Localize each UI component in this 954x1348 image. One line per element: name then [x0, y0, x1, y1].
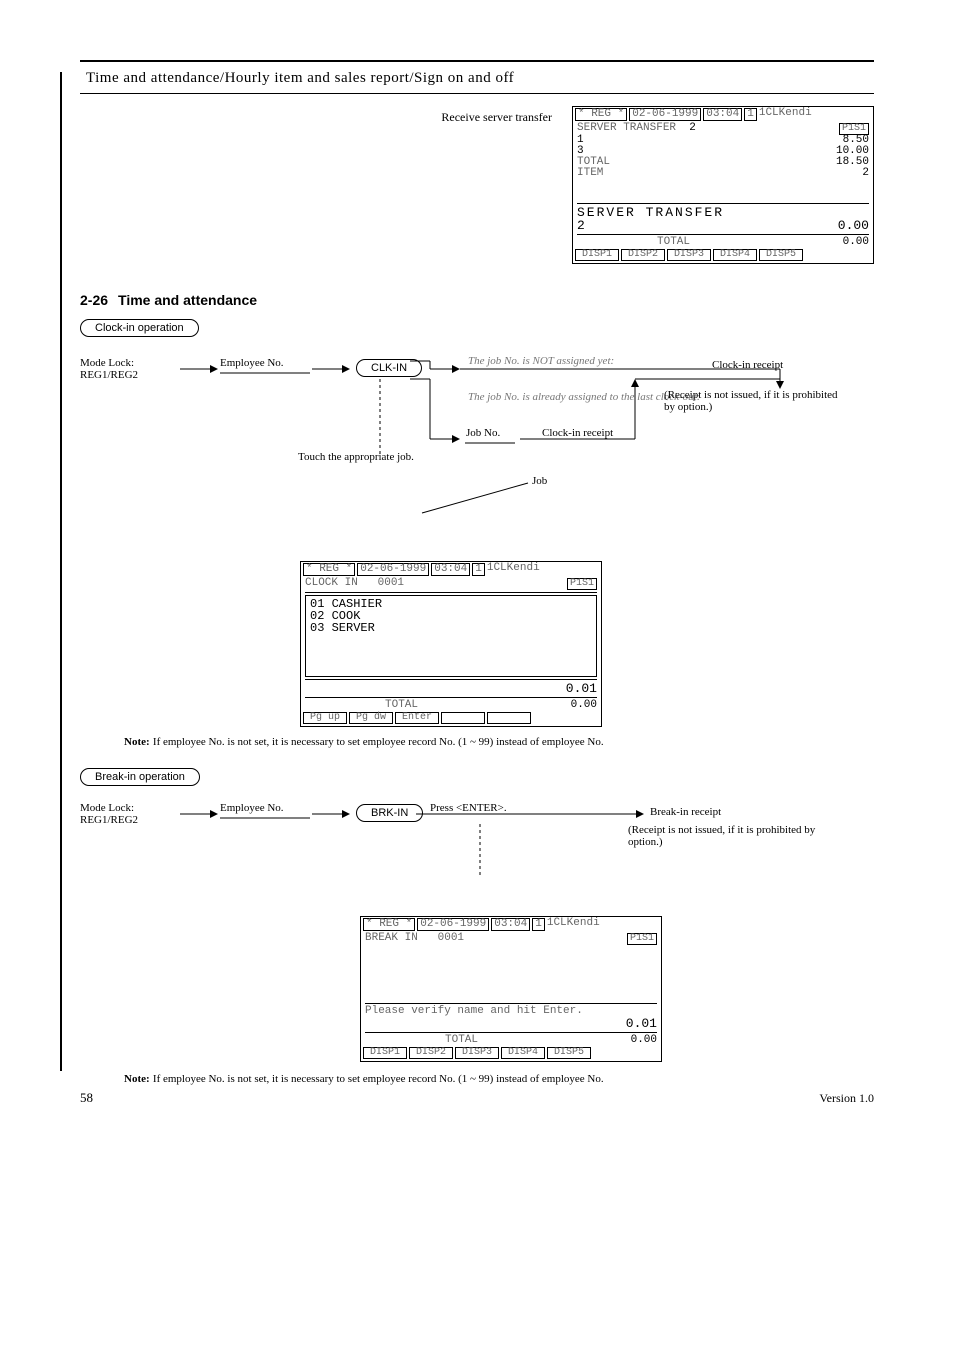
note-heading-2: Note:: [124, 1073, 150, 1085]
receipt1: Clock-in receipt: [712, 359, 783, 371]
pos2-date: 02-06-1999: [357, 563, 429, 576]
pos1-btn1[interactable]: DISP1: [575, 249, 619, 261]
pos3-badge: P1S1: [627, 933, 657, 945]
pos3-title-r: 0001: [438, 932, 464, 944]
brk-in-key: BRK-IN: [356, 804, 423, 822]
pos-display-clockin: * REG * 02-06-1999 03:04 1 1CLKendi CLOC…: [300, 561, 602, 727]
pos-mid-title: SERVER TRANSFER: [577, 206, 869, 219]
pos3-btn3[interactable]: DISP3: [455, 1047, 499, 1059]
flow1-svg: [80, 351, 840, 561]
receipt2: Clock-in receipt: [542, 427, 613, 439]
section-title: Time and attendance: [118, 292, 257, 308]
flow2-svg: [80, 796, 840, 916]
footer-version: Version 1.0: [819, 1091, 874, 1106]
header-rule-thick: [80, 60, 874, 62]
touch-job-note: Touch the appropriate job.: [298, 451, 414, 463]
pos1-btn3[interactable]: DISP3: [667, 249, 711, 261]
receive-transfer-label: Receive server transfer: [441, 110, 552, 264]
pos2-btn1[interactable]: Pg up: [303, 712, 347, 724]
running-header: Time and attendance/Hourly item and sale…: [80, 70, 874, 87]
mode-lock-label: Mode Lock:REG1/REG2: [80, 357, 138, 381]
receipt-note-1: (Receipt is not issued, if it is prohibi…: [664, 389, 844, 413]
pos-total-label: TOTAL: [657, 237, 690, 248]
employee-no-label-1: Employee No.: [220, 357, 284, 369]
pos3-title-l: BREAK IN: [365, 932, 418, 944]
job-no-label: Job No.: [466, 427, 500, 439]
pos3-msg: Please verify name and hit Enter.: [365, 1006, 657, 1017]
pos-date: 02-06-1999: [629, 108, 701, 121]
pos2-total-val: 0.00: [571, 700, 597, 711]
pos-term: 1: [744, 108, 757, 121]
pos2-btn2[interactable]: Pg dw: [349, 712, 393, 724]
pos3-btn2[interactable]: DISP2: [409, 1047, 453, 1059]
pos2-badge: P1S1: [567, 578, 597, 590]
pos2-time: 03:04: [431, 563, 470, 576]
pos2-clerk: 1CLKendi: [487, 563, 540, 576]
not-yet-title: The job No. is NOT assigned yet:: [468, 355, 614, 367]
note-body-2: If employee No. is not set, it is necess…: [153, 1073, 604, 1085]
press-enter-label: Press <ENTER>.: [430, 802, 507, 814]
pos2-amount: 0.01: [566, 682, 597, 695]
pos3-amount: 0.01: [626, 1017, 657, 1030]
pos3-btn4[interactable]: DISP4: [501, 1047, 545, 1059]
pos2-title-l: CLOCK IN: [305, 577, 358, 589]
pos2-btn3[interactable]: Enter: [395, 712, 439, 724]
pos3-date: 02-06-1999: [417, 918, 489, 931]
pos-mid-r: 0.00: [838, 219, 869, 232]
page-number: 58: [80, 1090, 93, 1106]
section-number: 2-26: [80, 292, 108, 308]
pos-display-breakin: * REG * 02-06-1999 03:04 1 1CLKendi BREA…: [360, 916, 662, 1062]
pos3-mode: * REG *: [363, 918, 415, 931]
header-rule-thin: [80, 93, 874, 94]
pos2-btn4[interactable]: [441, 712, 485, 724]
pos2-title-r: 0001: [378, 577, 404, 589]
note-body-1: If employee No. is not set, it is necess…: [153, 736, 604, 748]
clk-in-key-1: CLK-IN: [356, 359, 422, 377]
clockin-heading-oval: Clock-in operation: [80, 318, 874, 337]
breakin-receipt: Break-in receipt: [650, 806, 721, 818]
left-margin-rule: [60, 72, 62, 1071]
pos3-clerk: 1CLKendi: [547, 918, 600, 931]
pos1-btn4[interactable]: DISP4: [713, 249, 757, 261]
pos3-btn5[interactable]: DISP5: [547, 1047, 591, 1059]
pos2-mode: * REG *: [303, 563, 355, 576]
pos1-btn2[interactable]: DISP2: [621, 249, 665, 261]
receipt-note-2: (Receipt is not issued, if it is prohibi…: [628, 824, 828, 848]
pos-title-l: SERVER TRANSFER: [577, 122, 676, 134]
pos2-total-label: TOTAL: [385, 700, 418, 711]
pos3-btn1[interactable]: DISP1: [363, 1047, 407, 1059]
pos3-term: 1: [532, 918, 545, 931]
pos3-time: 03:04: [491, 918, 530, 931]
pos3-total-label: TOTAL: [445, 1035, 478, 1046]
pos1-btn5[interactable]: DISP5: [759, 249, 803, 261]
pos-l4-r: 2: [862, 168, 869, 179]
pos3-total-value: 0.00: [631, 1035, 657, 1046]
pos-clerk: 1CLKendi: [759, 108, 812, 121]
breakin-heading-oval: Break-in operation: [80, 767, 874, 786]
mode-lock-label-2: Mode Lock:REG1/REG2: [80, 802, 138, 826]
pos-mid-l: 2: [577, 219, 585, 232]
pos-title-r: 2: [689, 122, 696, 134]
pos-l4-l: ITEM: [577, 168, 603, 179]
pos2-opt-row[interactable]: 03 SERVER: [310, 622, 592, 634]
job-label: Job: [532, 475, 547, 487]
pos-mode: * REG *: [575, 108, 627, 121]
pos2-term: 1: [472, 563, 485, 576]
pos-total-val: 0.00: [843, 237, 869, 248]
employee-no-label-2: Employee No.: [220, 802, 284, 814]
note-heading-1: Note:: [124, 736, 150, 748]
pos-time: 03:04: [703, 108, 742, 121]
pos2-btn5[interactable]: [487, 712, 531, 724]
pos-display-server-transfer: * REG * 02-06-1999 03:04 1 1CLKendi SERV…: [572, 106, 874, 264]
